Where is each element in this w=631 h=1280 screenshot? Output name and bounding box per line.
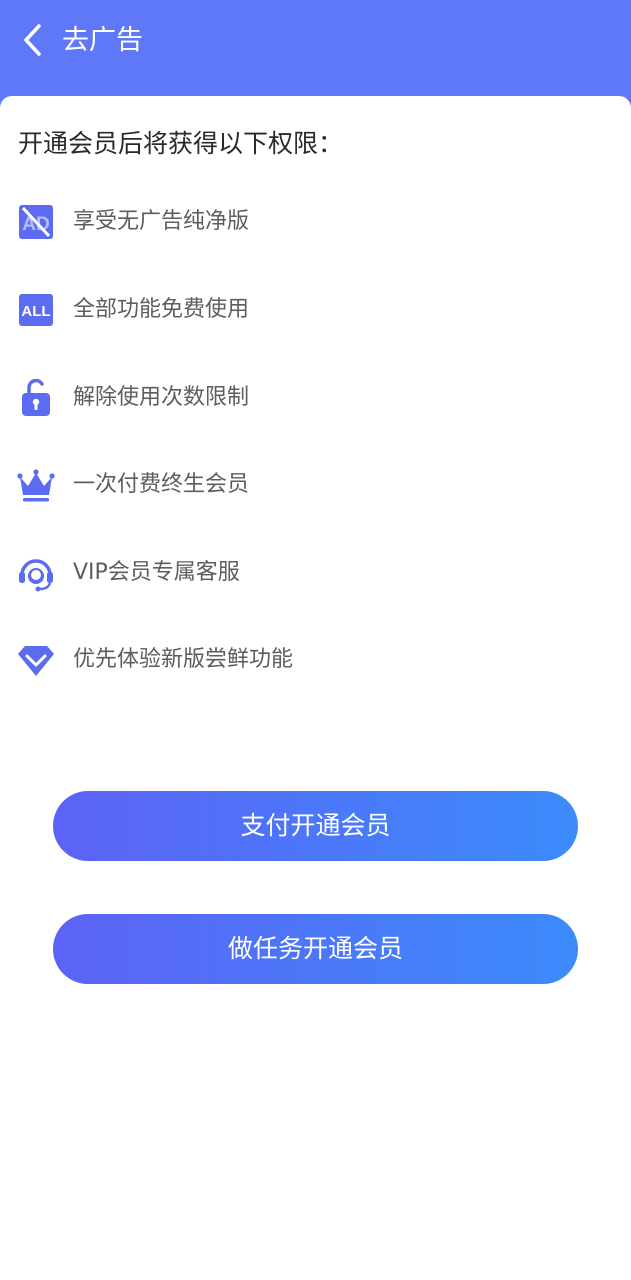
- pay-membership-button[interactable]: 支付开通会员: [53, 791, 578, 861]
- perk-label: 一次付费终生会员: [73, 472, 250, 497]
- app-header: 去广告: [0, 0, 631, 110]
- perk-item-lifetime: 一次付费终生会员: [16, 463, 576, 507]
- diamond-icon: [18, 646, 54, 676]
- perk-item-vip-service: VIP会员专属客服: [16, 551, 576, 595]
- no-ad-icon: AD: [19, 205, 53, 239]
- headset-icon: [19, 559, 53, 592]
- all-badge-icon: ALL: [19, 294, 53, 326]
- perk-item-early-access: 优先体验新版尝鲜功能: [16, 638, 576, 682]
- perk-label: 解除使用次数限制: [73, 385, 250, 410]
- perks-heading: 开通会员后将获得以下权限：: [18, 129, 344, 158]
- perk-label: 优先体验新版尝鲜功能: [73, 647, 294, 672]
- perk-item-unlimited: 解除使用次数限制: [16, 376, 576, 420]
- task-membership-button[interactable]: 做任务开通会员: [53, 914, 578, 984]
- crown-icon: [17, 469, 55, 502]
- perk-label: 享受无广告纯净版: [73, 209, 250, 234]
- svg-text:ALL: ALL: [21, 303, 50, 320]
- content-card: [0, 96, 631, 1280]
- perk-item-all-features: ALL 全部功能免费使用: [16, 288, 576, 332]
- back-button[interactable]: [14, 20, 50, 60]
- perk-label: 全部功能免费使用: [73, 297, 250, 322]
- page-title: 去广告: [62, 25, 143, 56]
- unlock-icon: [22, 378, 50, 416]
- chevron-left-icon: [24, 24, 41, 56]
- perk-item-no-ads: AD 享受无广告纯净版: [16, 200, 576, 244]
- perk-label: VIP会员专属客服: [73, 560, 240, 585]
